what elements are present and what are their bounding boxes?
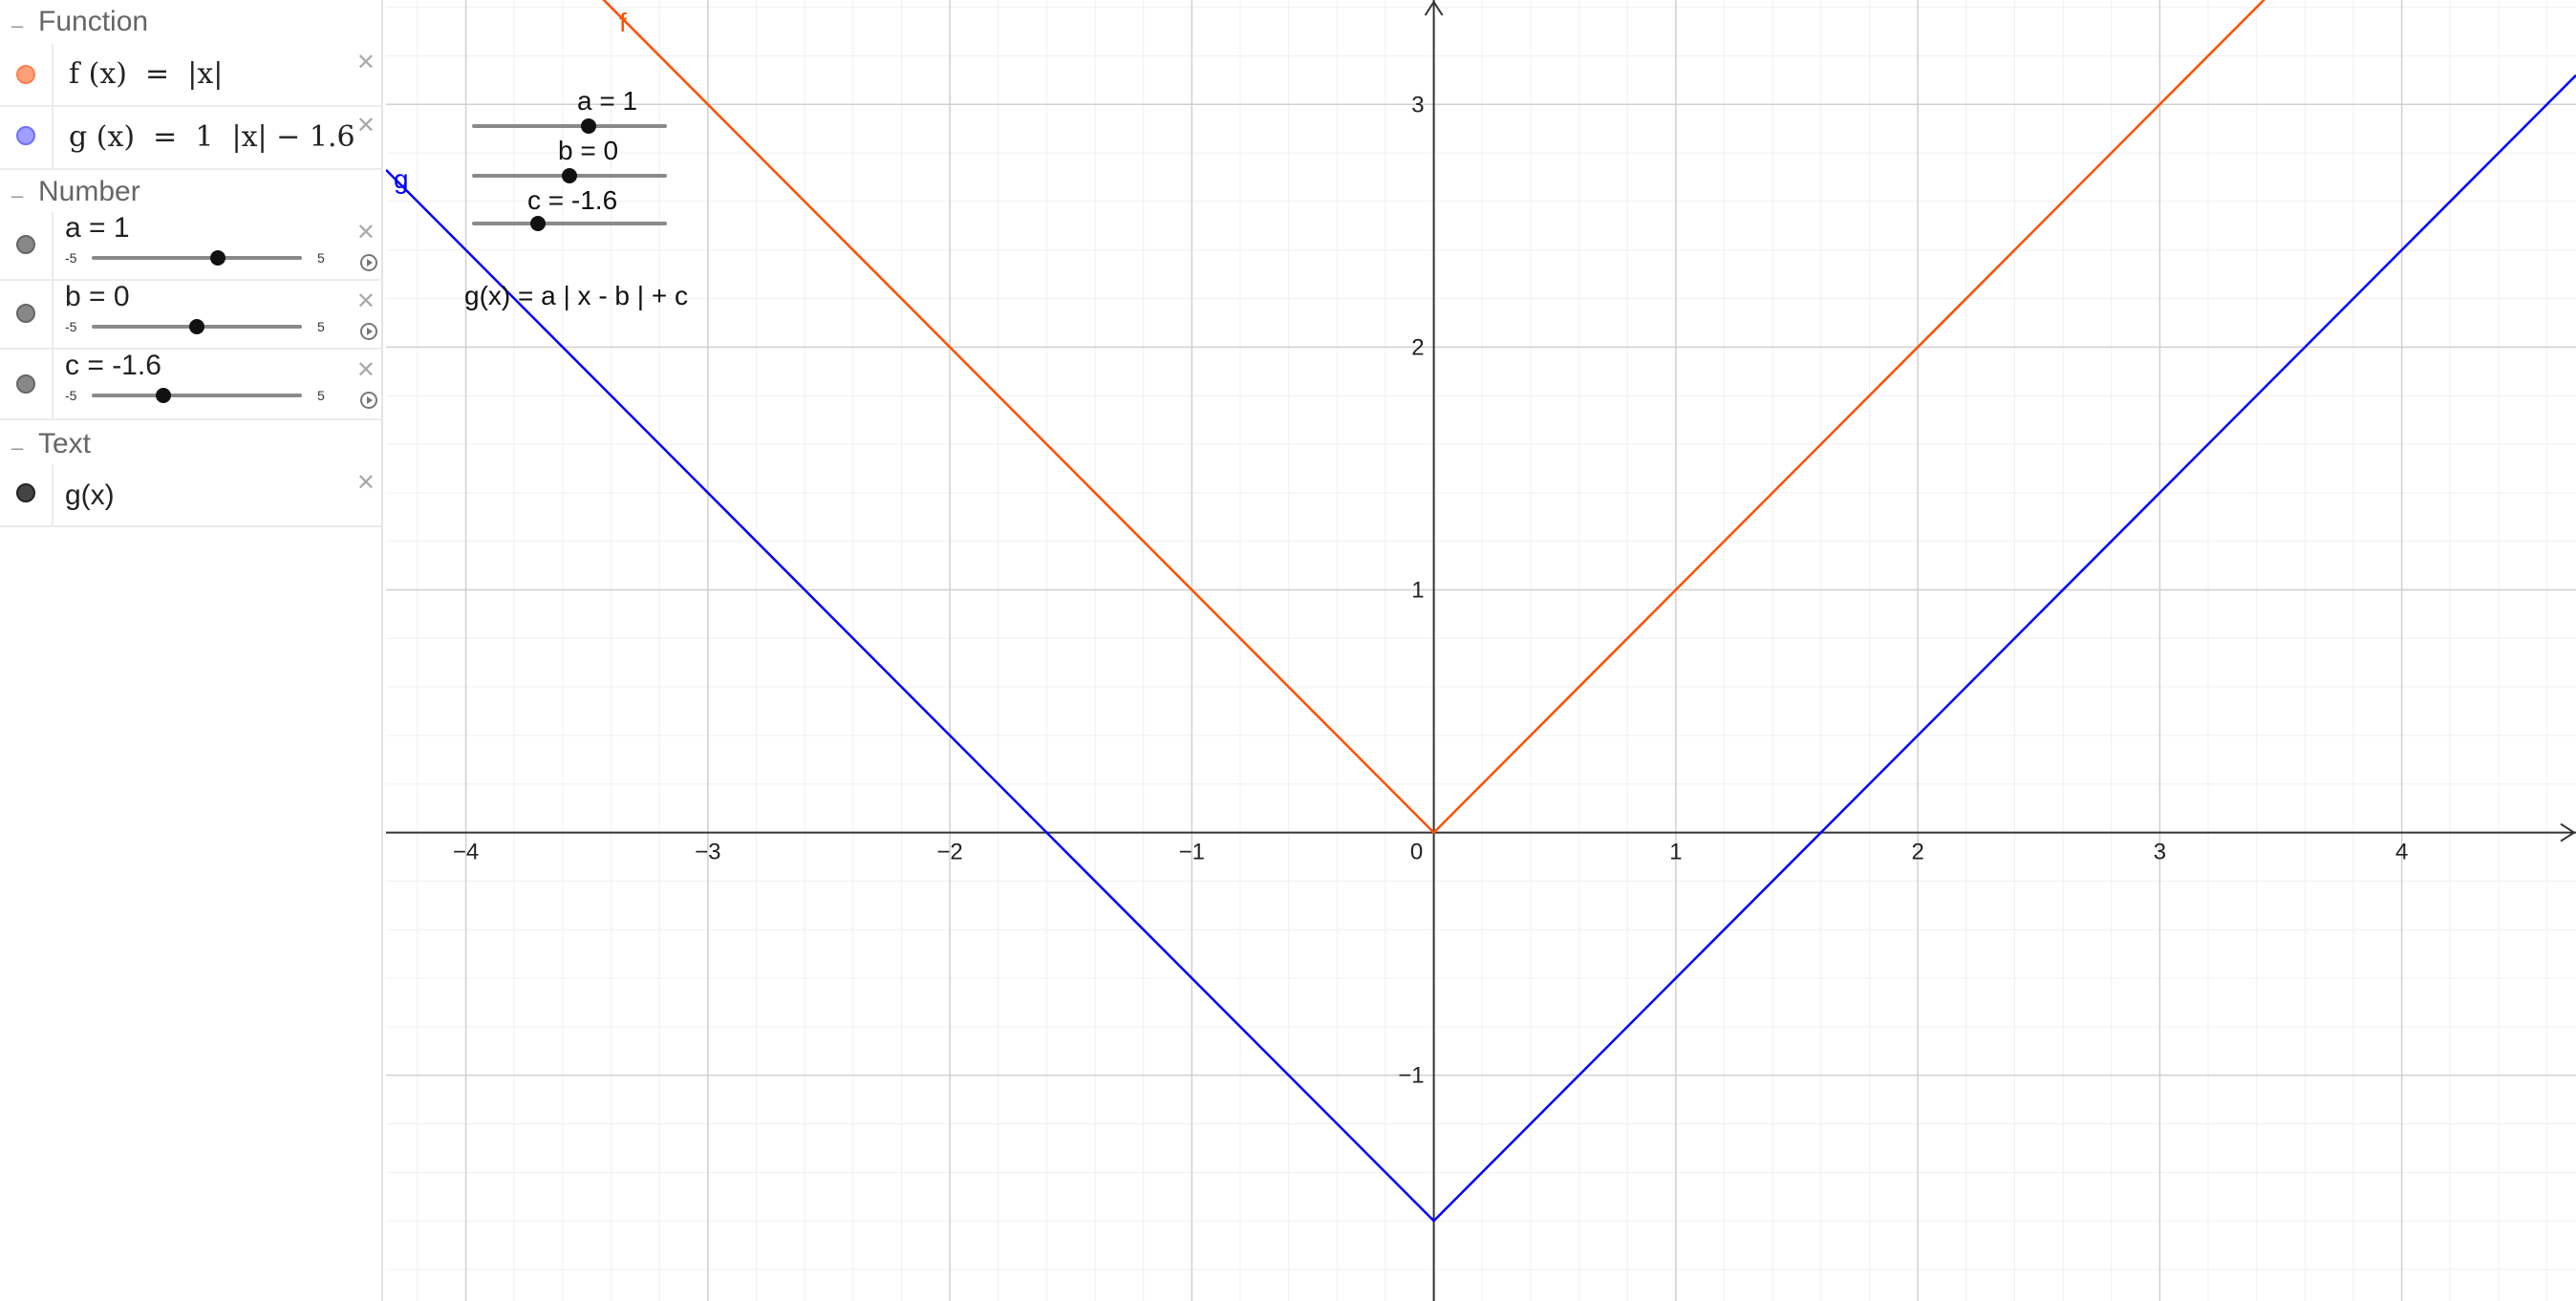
- visibility-marble-b-icon[interactable]: [16, 304, 35, 323]
- algebra-item-b[interactable]: b = 0 -5 5 ✕: [0, 281, 383, 350]
- x-tick-label: −4: [453, 840, 479, 865]
- text-marble-icon[interactable]: [16, 483, 35, 502]
- minor-grid: [386, 0, 2576, 1301]
- play-icon[interactable]: [360, 323, 377, 340]
- collapse-icon[interactable]: –: [11, 183, 23, 208]
- slider-max: 5: [317, 319, 325, 334]
- category-text-header[interactable]: – Text: [0, 422, 383, 468]
- algebra-item-g[interactable]: g (x) = 1 |x| − 1.6 ✕: [0, 107, 383, 170]
- major-grid: [386, 0, 2576, 1301]
- slider-min: -5: [65, 250, 77, 266]
- marble-column: [0, 464, 54, 525]
- play-icon[interactable]: [360, 392, 377, 409]
- marble-column: [0, 281, 54, 348]
- graph-slider-a-track[interactable]: [472, 118, 667, 134]
- close-icon[interactable]: ✕: [356, 472, 376, 495]
- x-tick-label: −1: [1179, 840, 1205, 865]
- graph-slider-c-label[interactable]: c = -1.6: [527, 185, 617, 216]
- slider-c-track[interactable]: [92, 388, 302, 403]
- curve-g[interactable]: [386, 74, 2576, 1223]
- text-object-label[interactable]: g(x): [65, 480, 115, 512]
- visibility-marble-a-icon[interactable]: [16, 235, 35, 254]
- visibility-marble-c-icon[interactable]: [16, 374, 35, 394]
- function-g-expression[interactable]: g (x) = 1 |x| − 1.6: [69, 120, 355, 154]
- axes: [386, 0, 2576, 1301]
- number-c-label[interactable]: c = -1.6: [65, 350, 161, 382]
- number-b-label[interactable]: b = 0: [65, 281, 130, 313]
- x-tick-label: 2: [1911, 840, 1923, 865]
- algebra-view: – Function f (x) = |x| ✕ g (x) = 1 |x| −…: [0, 0, 383, 1301]
- y-tick-label: 1: [1411, 577, 1424, 603]
- collapse-icon[interactable]: –: [11, 436, 23, 460]
- marble-column: [0, 44, 54, 105]
- x-tick-label: −3: [695, 840, 720, 865]
- y-tick-label: −1: [1398, 1063, 1424, 1089]
- algebra-item-text1[interactable]: g(x) ✕: [0, 464, 383, 527]
- y-tick-label: 2: [1411, 334, 1424, 360]
- category-function-label: Function: [38, 6, 149, 37]
- graphics-view[interactable]: −4 −3 −2 −1 0 1 2 3 4 −1 1 2 3: [386, 0, 2576, 1301]
- close-icon[interactable]: ✕: [356, 115, 376, 138]
- algebra-item-f[interactable]: f (x) = |x| ✕: [0, 44, 383, 107]
- slider-min: -5: [65, 319, 77, 334]
- slider-b-track[interactable]: [92, 319, 302, 334]
- graph-slider-a-label[interactable]: a = 1: [577, 86, 637, 117]
- slider-max: 5: [317, 388, 325, 403]
- x-tick-label: 0: [1410, 840, 1423, 865]
- x-tick-label: 1: [1669, 840, 1682, 865]
- close-icon[interactable]: ✕: [356, 290, 376, 313]
- slider-c-knob[interactable]: [155, 388, 171, 403]
- x-tick-label: −2: [936, 840, 962, 865]
- slider-max: 5: [317, 250, 325, 266]
- slider-min: -5: [65, 388, 77, 403]
- visibility-marble-f-icon[interactable]: [16, 65, 35, 84]
- y-tick-label: 3: [1411, 92, 1424, 117]
- slider-a-knob[interactable]: [210, 250, 225, 266]
- curve-label-g[interactable]: g: [394, 164, 409, 195]
- x-tick-label: 4: [2395, 840, 2408, 865]
- curves[interactable]: [386, 0, 2576, 1223]
- category-number-header[interactable]: – Number: [0, 170, 383, 216]
- graph-slider-b-label[interactable]: b = 0: [558, 136, 618, 166]
- visibility-marble-g-icon[interactable]: [16, 126, 35, 145]
- close-icon[interactable]: ✕: [356, 52, 376, 75]
- function-f-expression[interactable]: f (x) = |x|: [69, 57, 223, 91]
- slider-b-knob[interactable]: [189, 319, 204, 334]
- marble-column: [0, 212, 54, 279]
- algebra-item-a[interactable]: a = 1 -5 5 ✕: [0, 212, 383, 281]
- graph-slider-c-track[interactable]: [472, 216, 667, 231]
- algebra-item-c[interactable]: c = -1.6 -5 5 ✕: [0, 350, 383, 420]
- marble-column: [0, 350, 54, 418]
- category-text-label: Text: [38, 428, 92, 459]
- curve-label-f[interactable]: f: [619, 8, 627, 38]
- marble-column: [0, 107, 54, 168]
- slider-a-track[interactable]: [92, 250, 302, 266]
- x-tick-label: 3: [2154, 840, 2166, 865]
- category-function-header[interactable]: – Function: [0, 0, 383, 46]
- graph-slider-b-track[interactable]: [472, 168, 667, 183]
- close-icon[interactable]: ✕: [356, 359, 376, 382]
- number-a-label[interactable]: a = 1: [65, 212, 130, 245]
- curve-f[interactable]: [386, 0, 2576, 835]
- close-icon[interactable]: ✕: [356, 222, 376, 245]
- formula-text[interactable]: g(x) = a | x - b | + c: [464, 281, 688, 311]
- graph-slider-b-knob[interactable]: [562, 168, 577, 183]
- category-number-label: Number: [38, 176, 140, 207]
- play-icon[interactable]: [360, 254, 377, 271]
- collapse-icon[interactable]: –: [11, 13, 23, 38]
